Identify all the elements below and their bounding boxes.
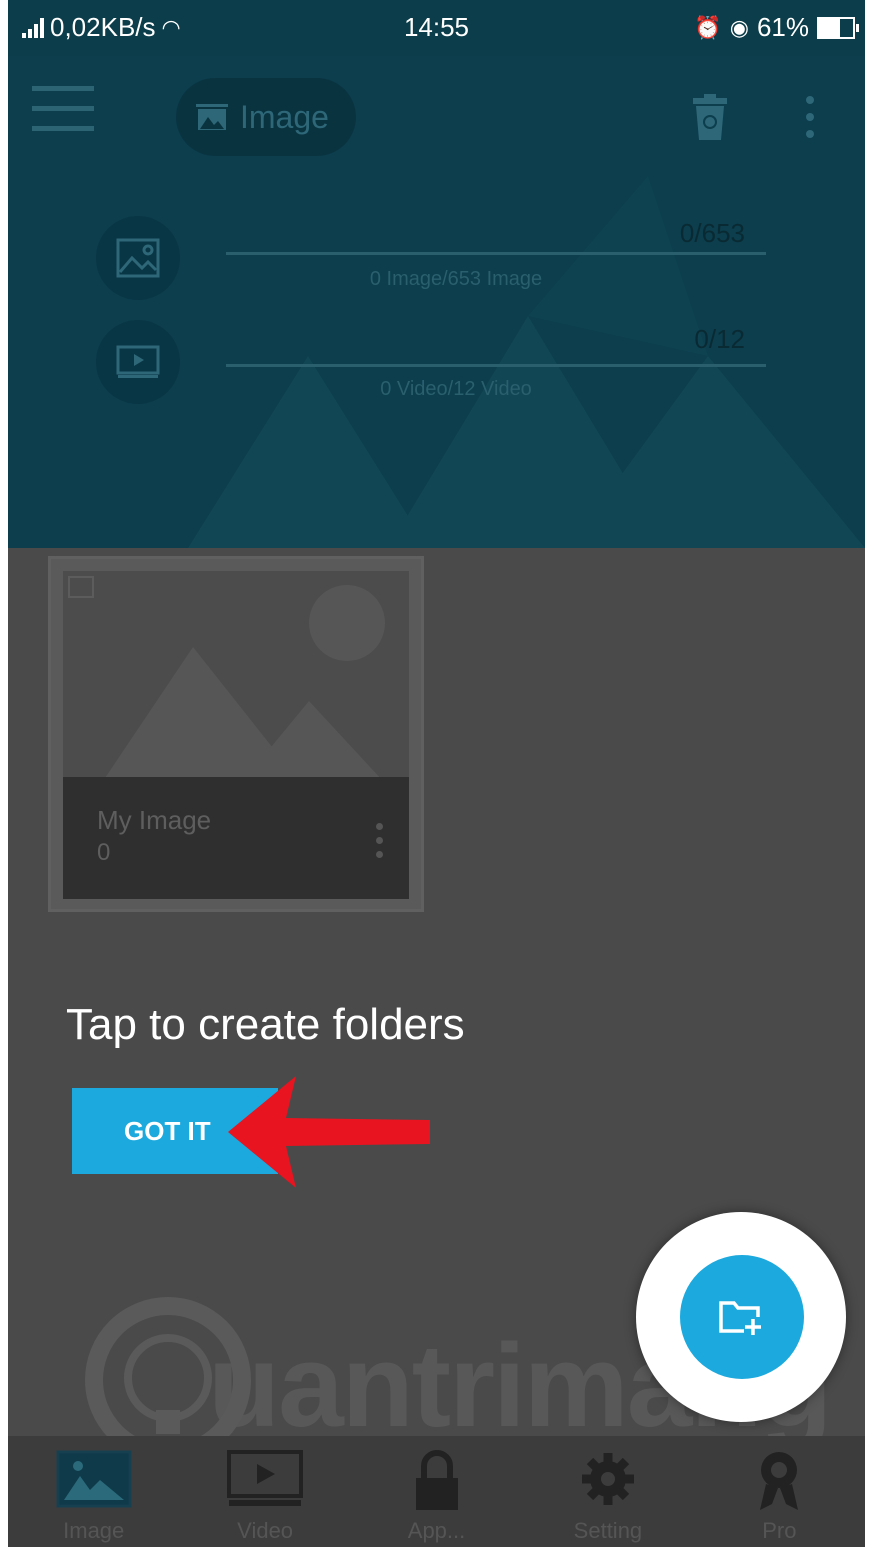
placeholder-image [68,576,385,781]
photo-stat-icon [96,216,180,300]
lock-icon [414,1450,460,1517]
nav-label: Video [237,1518,294,1543]
bottom-nav: Image Video App... Setting Pro [8,1436,865,1547]
nav-item-video[interactable]: Video [179,1436,350,1547]
category-selector[interactable]: Image [176,78,356,156]
video-icon [227,1450,304,1513]
nav-label: Image [63,1518,125,1543]
folder-card[interactable]: My Image 0 [48,556,424,912]
badge-icon [754,1450,804,1517]
nav-item-image[interactable]: Image [8,1436,179,1547]
nav-label: App... [407,1518,466,1543]
nav-item-app[interactable]: App... [351,1436,522,1547]
nav-item-pro[interactable]: Pro [694,1436,865,1547]
battery-icon [817,16,859,39]
video-count-sub: 0 Video/12 Video [380,378,532,400]
trash-icon[interactable] [693,94,727,140]
image-icon [196,104,228,133]
nav-item-setting[interactable]: Setting [522,1436,693,1547]
background-pattern [188,176,865,548]
gear-icon [579,1450,637,1513]
folder-name: My Image [97,805,212,835]
folder-more-icon[interactable] [376,823,383,865]
video-stat-icon [96,320,180,404]
folder-count: 0 [97,839,111,866]
eye-icon: ◉ [729,14,749,40]
create-folder-button[interactable] [680,1255,804,1379]
video-count: 0/12 [694,324,745,354]
battery-percent: 61% [756,12,809,42]
nav-label: Pro [762,1518,797,1543]
image-progress [226,252,766,255]
alarm-icon: ⏰ [694,14,722,40]
video-progress [226,364,766,367]
image-icon [56,1450,132,1513]
app-screen: 0,02KB/s ◠ 14:55 ⏰ ◉ 61% Image 0/653 0 I… [8,0,865,1547]
page-title: Image [240,98,329,135]
header: Image 0/653 0 Image/653 Image 0/12 0 Vid… [8,56,865,548]
menu-button[interactable] [32,86,94,132]
nav-label: Setting [573,1518,643,1543]
image-count-sub: 0 Image/653 Image [369,268,543,290]
status-bar: 0,02KB/s ◠ 14:55 ⏰ ◉ 61% [8,0,865,56]
folder-add-icon [719,1301,762,1335]
arrow-annotation [228,1076,430,1188]
tutorial-hint: Tap to create folders [66,1000,465,1049]
image-count: 0/653 [679,218,745,248]
more-options-icon[interactable] [806,96,816,147]
